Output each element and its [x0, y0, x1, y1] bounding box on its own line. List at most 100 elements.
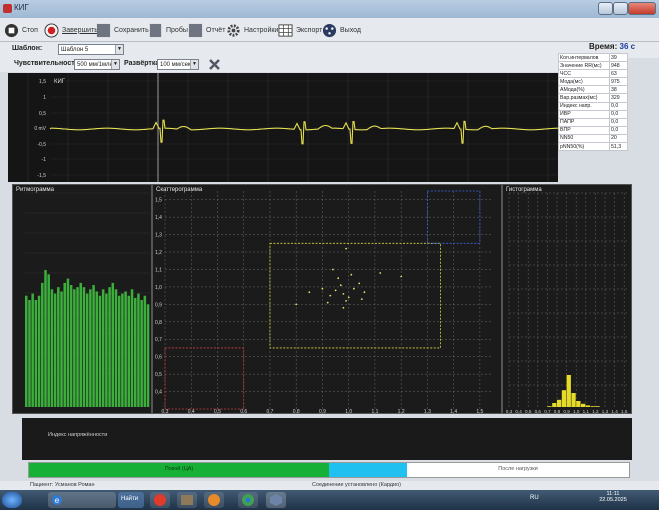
- x-tick-label: 0,9: [319, 409, 326, 415]
- taskbar-photos[interactable]: [177, 492, 197, 508]
- scatter-point: [353, 287, 355, 290]
- x-tick-label: 1,1: [583, 409, 590, 414]
- taskbar-app-button[interactable]: Найти: [118, 492, 144, 508]
- template-select[interactable]: Шаблон 5 ▼: [58, 44, 124, 55]
- rhythm-bar: [130, 289, 134, 407]
- rhythm-bar: [34, 300, 38, 407]
- start-button[interactable]: [2, 492, 22, 508]
- param-value: 0,0: [609, 117, 628, 127]
- taskbar-kig[interactable]: [266, 492, 286, 508]
- exit-button[interactable]: Выход: [322, 20, 361, 40]
- rhythm-bar: [76, 287, 79, 407]
- param-name: Индекс напр.: [558, 101, 610, 111]
- report-icon: [188, 23, 203, 37]
- finish-button[interactable]: Завершить: [44, 20, 98, 40]
- param-name: ЧСС: [558, 69, 610, 79]
- y-tick-label: 1,5: [155, 198, 162, 204]
- rhythm-bar: [85, 293, 89, 407]
- patient-name: Пациент: Усманов Роман: [30, 482, 95, 488]
- gear-icon: [227, 23, 240, 37]
- x-tick-label: 0,8: [554, 409, 561, 414]
- clear-icon[interactable]: [208, 58, 221, 71]
- rhythm-bar: [44, 270, 47, 407]
- ecg-tick-label: 1,5: [39, 79, 46, 85]
- y-tick-label: 0,8: [155, 320, 162, 326]
- ecg-tick-label: 0,5: [39, 111, 46, 117]
- table-row: Значение RR(мс) 948: [558, 61, 628, 71]
- app-window: КИГ Стоп Завершить Сохранить Пробы Отчёт…: [0, 0, 659, 510]
- ecg-tick-label: -0,5: [37, 142, 46, 148]
- x-tick-label: 0,5: [525, 409, 532, 414]
- x-tick-label: 0,4: [515, 409, 522, 414]
- scatter-panel: 0,3 0,4 0,5 0,6 0,7 0,8 0,9 1,0 1,1 1,2 1,3 1,4 1,5 1…: [152, 184, 502, 415]
- y-tick-label: 1,4: [155, 215, 162, 221]
- scatter-point: [332, 268, 334, 271]
- stop-button[interactable]: Стоп: [4, 20, 38, 40]
- taskbar-media[interactable]: [204, 492, 224, 508]
- param-value: 63: [609, 69, 628, 79]
- photos-icon: [181, 495, 193, 505]
- table-row: ВПР 0,0: [558, 125, 628, 135]
- x-tick-label: 0,9: [563, 409, 570, 414]
- sensitivity-select[interactable]: 500 мм/1млн ▼: [74, 59, 120, 70]
- param-name: Кол.интервалов: [558, 52, 610, 63]
- chevron-down-icon: ▼: [111, 60, 119, 69]
- maximize-button[interactable]: [613, 2, 628, 15]
- time-label: Время:: [589, 42, 618, 51]
- time-value: 36: [619, 42, 629, 51]
- settings-label: Настройки: [244, 26, 279, 34]
- taskbar-yandex[interactable]: [150, 492, 170, 508]
- time-readout: Время: 36 с: [589, 42, 635, 51]
- scatter-point: [379, 272, 382, 274]
- param-value: 51,3: [609, 142, 628, 152]
- exit-label: Выход: [340, 26, 361, 34]
- save-button[interactable]: Сохранить: [96, 20, 149, 40]
- sweep-select[interactable]: 100 мм/сек ▼: [157, 59, 199, 70]
- settings-button[interactable]: Настройки: [226, 20, 278, 40]
- scatter-region: [269, 242, 441, 349]
- sweep-label: Развёртка: [124, 60, 160, 67]
- report-button[interactable]: Отчёт: [188, 20, 225, 40]
- language-indicator[interactable]: RU: [530, 495, 539, 501]
- taskbar-clock[interactable]: 11:11 22.05.2025: [596, 491, 630, 503]
- x-tick-label: 0,3: [506, 409, 513, 414]
- table-row: NN50 20: [558, 133, 628, 144]
- minimize-button[interactable]: [598, 2, 613, 15]
- rhythm-bar: [121, 293, 124, 407]
- samples-button[interactable]: Пробы: [148, 20, 188, 40]
- histogram-title: Гистограмма: [506, 187, 542, 193]
- scatter-point: [360, 298, 363, 300]
- rhythm-bar: [41, 282, 44, 407]
- param-name: ПАПР: [558, 117, 610, 127]
- x-tick-label: 0,7: [544, 409, 551, 414]
- x-tick-label: 1,3: [602, 409, 609, 414]
- param-value: 948: [609, 61, 628, 71]
- scatter-point: [345, 247, 347, 250]
- histogram-bar: [581, 403, 586, 407]
- histogram-bar: [547, 406, 552, 407]
- export-button[interactable]: Экспорт: [278, 20, 322, 40]
- rhythm-bar: [63, 282, 66, 407]
- ecg-trace: [49, 119, 558, 145]
- template-value: Шаблон 5: [61, 47, 89, 53]
- rhythm-bar: [124, 291, 127, 407]
- ecg-tick-label: -1,5: [37, 173, 46, 179]
- close-button[interactable]: [628, 2, 656, 15]
- x-tick-label: 1,2: [592, 409, 599, 414]
- stress-index-label: Индекс напряжённости: [48, 432, 108, 438]
- phase-rest: Покой (ЦА): [29, 463, 329, 477]
- scatter-point: [363, 291, 366, 294]
- y-tick-label: 0,6: [155, 355, 162, 361]
- taskbar-chrome[interactable]: [238, 492, 258, 508]
- y-tick-label: 1,0: [155, 285, 162, 291]
- scatter-point: [345, 300, 347, 302]
- kig-icon: [270, 494, 282, 506]
- param-name: Мода(мс): [558, 77, 610, 87]
- rhythm-bar: [140, 300, 143, 407]
- histogram-bar: [595, 406, 600, 407]
- phase-bar: Покой (ЦА) После нагрузки: [28, 462, 630, 478]
- taskbar-search[interactable]: e: [48, 492, 116, 508]
- param-name: Значение RR(мс): [558, 61, 610, 71]
- x-tick-label: 0,5: [214, 409, 221, 415]
- rhythm-bar: [57, 287, 60, 407]
